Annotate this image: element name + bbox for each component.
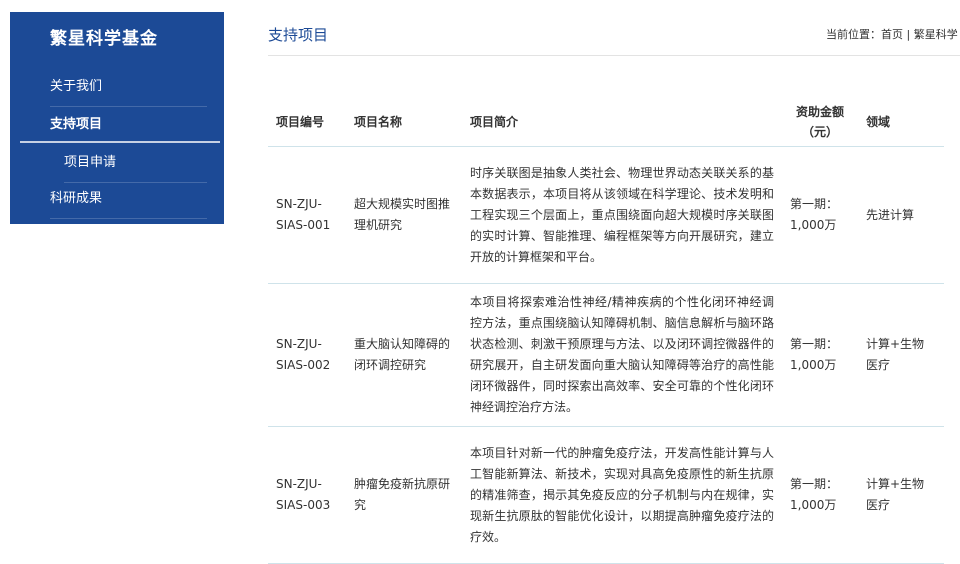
project-field: 计算+生物医疗 xyxy=(858,283,944,427)
funding-amount: 第一期：1,000万 xyxy=(782,283,858,427)
header-divider xyxy=(268,55,960,56)
header-project-code: 项目编号 xyxy=(268,98,346,147)
project-intro: 本项目针对新一代的肿瘤免疫疗法，开发高性能计算与人工智能新算法、新技术，实现对具… xyxy=(462,426,782,564)
page-title: 支持项目 xyxy=(268,26,329,44)
sidebar-item-about[interactable]: 关于我们 xyxy=(50,68,207,107)
sidebar-item-research-results[interactable]: 科研成果 xyxy=(50,180,207,219)
project-name: 肿瘤免疫新抗原研究 xyxy=(346,426,462,564)
breadcrumb: 当前位置：首页 | 繁星科学 xyxy=(826,26,958,42)
project-name: 重大脑认知障碍的闭环调控研究 xyxy=(346,283,462,427)
header-project-name: 项目名称 xyxy=(346,98,462,147)
header-funding-amount: 资助金额（元） xyxy=(782,98,858,147)
header-field: 领域 xyxy=(858,98,944,147)
breadcrumb-current-link[interactable]: 繁星科学 xyxy=(914,28,958,41)
funding-amount: 第一期：1,000万 xyxy=(782,146,858,284)
sidebar: 繁星科学基金 关于我们 支持项目 项目申请 科研成果 xyxy=(10,12,224,224)
project-field: 计算+生物医疗 xyxy=(858,426,944,564)
projects-table: 项目编号 项目名称 项目简介 资助金额（元） 领域 SN-ZJU-SIAS-00… xyxy=(268,98,944,564)
table-header-row: 项目编号 项目名称 项目简介 资助金额（元） 领域 xyxy=(268,98,944,147)
project-intro: 时序关联图是抽象人类社会、物理世界动态关联关系的基本数据表示，本项目将从该领域在… xyxy=(462,146,782,284)
active-nav-indicator xyxy=(20,141,220,143)
sidebar-item-supported-projects[interactable]: 支持项目 xyxy=(50,106,207,144)
table-row: SN-ZJU-SIAS-003 肿瘤免疫新抗原研究 本项目针对新一代的肿瘤免疫疗… xyxy=(268,426,944,564)
project-field: 先进计算 xyxy=(858,146,944,284)
project-name: 超大规模实时图推理机研究 xyxy=(346,146,462,284)
sidebar-title: 繁星科学基金 xyxy=(50,29,158,49)
project-code: SN-ZJU-SIAS-002 xyxy=(268,283,346,427)
sidebar-item-project-application[interactable]: 项目申请 xyxy=(64,144,207,183)
project-code: SN-ZJU-SIAS-001 xyxy=(268,146,346,284)
breadcrumb-separator: | xyxy=(903,28,914,41)
table-row: SN-ZJU-SIAS-001 超大规模实时图推理机研究 时序关联图是抽象人类社… xyxy=(268,146,944,284)
breadcrumb-prefix: 当前位置： xyxy=(826,28,881,41)
project-intro: 本项目将探索难治性神经/精神疾病的个性化闭环神经调控方法，重点围绕脑认知障碍机制… xyxy=(462,283,782,427)
project-code: SN-ZJU-SIAS-003 xyxy=(268,426,346,564)
breadcrumb-home-link[interactable]: 首页 xyxy=(881,28,903,41)
funding-amount: 第一期：1,000万 xyxy=(782,426,858,564)
header-project-intro: 项目简介 xyxy=(462,98,782,147)
table-row: SN-ZJU-SIAS-002 重大脑认知障碍的闭环调控研究 本项目将探索难治性… xyxy=(268,283,944,427)
